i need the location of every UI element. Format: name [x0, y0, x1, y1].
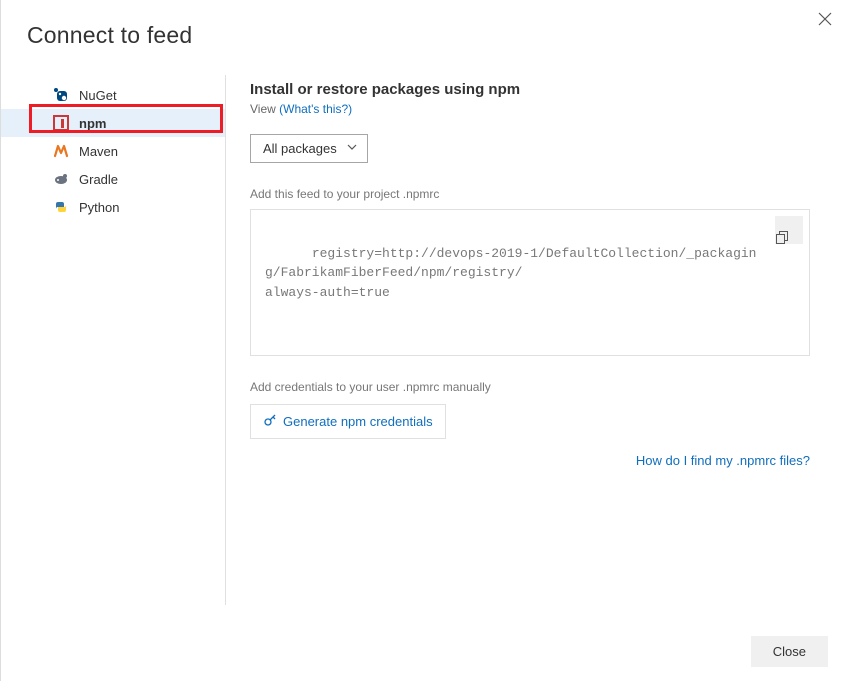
sidebar: NuGet npm Maven Gradle Python — [1, 75, 226, 605]
code-text: registry=http://devops-2019-1/DefaultCol… — [265, 246, 757, 300]
close-button[interactable]: Close — [751, 636, 828, 667]
dropdown-selected-label: All packages — [263, 141, 337, 156]
view-subline: View (What's this?) — [250, 102, 810, 116]
sidebar-item-gradle[interactable]: Gradle — [1, 165, 225, 193]
section-label-project-npmrc: Add this feed to your project .npmrc — [250, 187, 810, 201]
sidebar-item-label: NuGet — [79, 88, 117, 103]
dialog-title: Connect to feed — [1, 0, 850, 49]
close-icon[interactable] — [814, 8, 836, 34]
python-icon — [53, 199, 69, 215]
sidebar-item-nuget[interactable]: NuGet — [1, 81, 225, 109]
npm-icon — [53, 115, 69, 131]
sidebar-item-maven[interactable]: Maven — [1, 137, 225, 165]
copy-button[interactable] — [775, 216, 803, 244]
sidebar-item-npm[interactable]: npm — [1, 109, 225, 137]
whats-this-link[interactable]: (What's this?) — [279, 102, 352, 116]
key-icon — [263, 413, 277, 430]
sidebar-item-label: Maven — [79, 144, 118, 159]
packages-dropdown[interactable]: All packages — [250, 134, 368, 163]
section-label-user-npmrc: Add credentials to your user .npmrc manu… — [250, 380, 810, 394]
view-label: View — [250, 102, 276, 116]
sidebar-item-python[interactable]: Python — [1, 193, 225, 221]
gradle-icon — [53, 171, 69, 187]
generate-credentials-button[interactable]: Generate npm credentials — [250, 404, 446, 439]
sidebar-item-label: Python — [79, 200, 119, 215]
sidebar-item-label: npm — [79, 116, 106, 131]
sidebar-item-label: Gradle — [79, 172, 118, 187]
find-npmrc-help-link[interactable]: How do I find my .npmrc files? — [636, 453, 810, 468]
nuget-icon — [53, 87, 69, 103]
maven-icon — [53, 143, 69, 159]
main-panel: Install or restore packages using npm Vi… — [226, 75, 850, 605]
main-heading: Install or restore packages using npm — [250, 81, 810, 98]
copy-icon — [775, 191, 803, 270]
npmrc-code-block: registry=http://devops-2019-1/DefaultCol… — [250, 209, 810, 356]
chevron-down-icon — [347, 142, 357, 155]
generate-credentials-label: Generate npm credentials — [283, 414, 433, 429]
